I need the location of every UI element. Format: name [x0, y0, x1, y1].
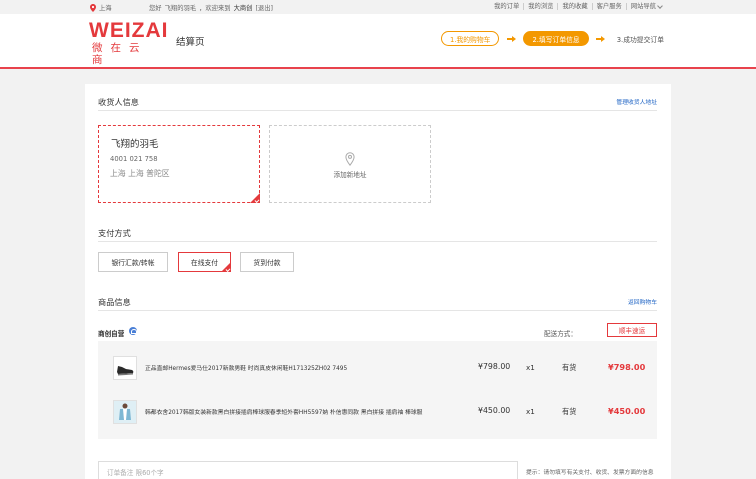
- my-favorites-link[interactable]: 我的收藏: [558, 3, 593, 10]
- customer-service-link[interactable]: 客户服务: [593, 3, 627, 10]
- checkout-steps: 1.我的购物车 2.填写订单信息 3.成功提交订单: [440, 31, 664, 46]
- step-submit: 3.成功提交订单: [616, 35, 664, 44]
- greeting-prefix: 您好: [149, 5, 162, 12]
- goods-item-total: ¥450.00: [608, 406, 646, 416]
- shoe-icon[interactable]: [113, 356, 137, 380]
- goods-item-price: ¥798.00: [478, 362, 511, 371]
- goods-item: 正品直邮Hermes爱马仕2017新款男鞋 时尚真皮休闲鞋H171325ZH02…: [98, 348, 657, 388]
- page-title: 结算页: [176, 37, 205, 48]
- my-orders-link[interactable]: 我的订单: [490, 3, 525, 10]
- site-nav-label: 网站导航: [630, 3, 656, 10]
- address-card-selected[interactable]: 飞翔的羽毛 4001 021 758 上海 上海 普陀区: [98, 125, 260, 203]
- goods-item: 韩都衣舍2017韩版女装新款黑白拼接插肩棒球服春季短外套HH5597妠 朴信惠同…: [98, 392, 657, 432]
- username-link[interactable]: 飞翔的羽毛: [165, 3, 196, 12]
- top-bar: 上海 您好 飞翔的羽毛 ，欢迎来到 大商创 [退出] 我的订单 我的浏览 我的收…: [0, 0, 756, 14]
- goods-item-qty: x1: [526, 363, 535, 372]
- receiver-title: 收货人信息: [98, 97, 139, 107]
- address-phone: 4001 021 758: [110, 155, 158, 163]
- goods-item-stock: 有货: [562, 407, 577, 416]
- step-cart[interactable]: 1.我的购物车: [440, 31, 500, 46]
- add-address-card[interactable]: 添加新地址: [269, 125, 431, 203]
- remark-hint: 提示：请勿填写有关支付、收货、发票方面的信息: [526, 470, 654, 476]
- goods-item-stock: 有货: [562, 363, 577, 372]
- pay-cod-button[interactable]: 货到付款: [240, 252, 294, 272]
- selected-check-icon: [221, 262, 231, 272]
- add-address-label: 添加新地址: [333, 171, 367, 179]
- location-selector[interactable]: 上海: [90, 3, 112, 12]
- selected-check-icon: [250, 193, 260, 203]
- arrow-right-icon: [499, 35, 523, 42]
- manage-address-link[interactable]: 管理收货人地址: [616, 97, 657, 106]
- location-pin-icon: [345, 151, 355, 170]
- customer-service-icon[interactable]: [129, 327, 137, 335]
- order-remark-input[interactable]: 订单备注 限60个字: [98, 461, 518, 479]
- location-pin-icon: [90, 3, 96, 12]
- divider: [98, 241, 657, 242]
- logo[interactable]: WEIZAI 微在云商: [89, 19, 169, 67]
- arrow-right-icon: [589, 35, 613, 42]
- logout-link[interactable]: [退出]: [255, 3, 273, 12]
- logo-subtext: 微在云商: [92, 42, 148, 66]
- shipping-option-button[interactable]: 顺丰速运: [607, 323, 657, 337]
- goods-item-name[interactable]: 正品直邮Hermes爱马仕2017新款男鞋 时尚真皮休闲鞋H171325ZH02…: [145, 363, 465, 372]
- divider: [98, 110, 657, 111]
- shipping-label: 配送方式：: [544, 330, 577, 338]
- jacket-icon[interactable]: [113, 400, 137, 424]
- checkout-main: 收货人信息 管理收货人地址 飞翔的羽毛 4001 021 758 上海 上海 普…: [85, 84, 671, 479]
- payment-title: 支付方式: [98, 228, 131, 238]
- shop-name[interactable]: 商创自营: [98, 328, 124, 338]
- goods-item-total: ¥798.00: [608, 362, 646, 372]
- my-history-link[interactable]: 我的浏览: [524, 3, 559, 10]
- greeting-mid: ，欢迎来到: [199, 5, 231, 12]
- step-fill-order: 2.填写订单信息: [523, 31, 589, 46]
- site-nav-menu[interactable]: 网站导航: [627, 3, 666, 10]
- logo-text: WEIZAI: [89, 19, 169, 42]
- goods-list: 正品直邮Hermes爱马仕2017新款男鞋 时尚真皮休闲鞋H171325ZH02…: [98, 341, 657, 439]
- divider: [98, 310, 657, 311]
- user-greeting: 您好 飞翔的羽毛 ，欢迎来到 大商创 [退出]: [149, 3, 273, 12]
- goods-item-price: ¥450.00: [478, 406, 511, 415]
- pay-online-label: 在线支付: [190, 259, 219, 267]
- header: WEIZAI 微在云商 结算页 1.我的购物车 2.填写订单信息 3.成功提交订…: [0, 14, 756, 69]
- pay-bank-transfer-button[interactable]: 银行汇款/转帐: [98, 252, 168, 272]
- goods-item-name[interactable]: 韩都衣舍2017韩版女装新款黑白拼接插肩棒球服春季短外套HH5597妠 朴信惠同…: [145, 407, 465, 416]
- back-to-cart-link[interactable]: 返回购物车: [628, 297, 657, 306]
- chevron-down-icon: [657, 3, 663, 9]
- goods-title: 商品信息: [98, 297, 131, 307]
- pay-online-button[interactable]: 在线支付: [178, 252, 231, 272]
- location-text: 上海: [99, 5, 112, 12]
- address-region: 上海 上海 普陀区: [110, 169, 170, 178]
- shop-row: 商创自营 配送方式： 顺丰速运: [98, 323, 657, 340]
- goods-item-qty: x1: [526, 407, 535, 416]
- address-name: 飞翔的羽毛: [111, 139, 159, 150]
- brand-name: 大商创: [233, 5, 253, 12]
- top-links: 我的订单 我的浏览 我的收藏 客户服务 网站导航: [490, 3, 666, 10]
